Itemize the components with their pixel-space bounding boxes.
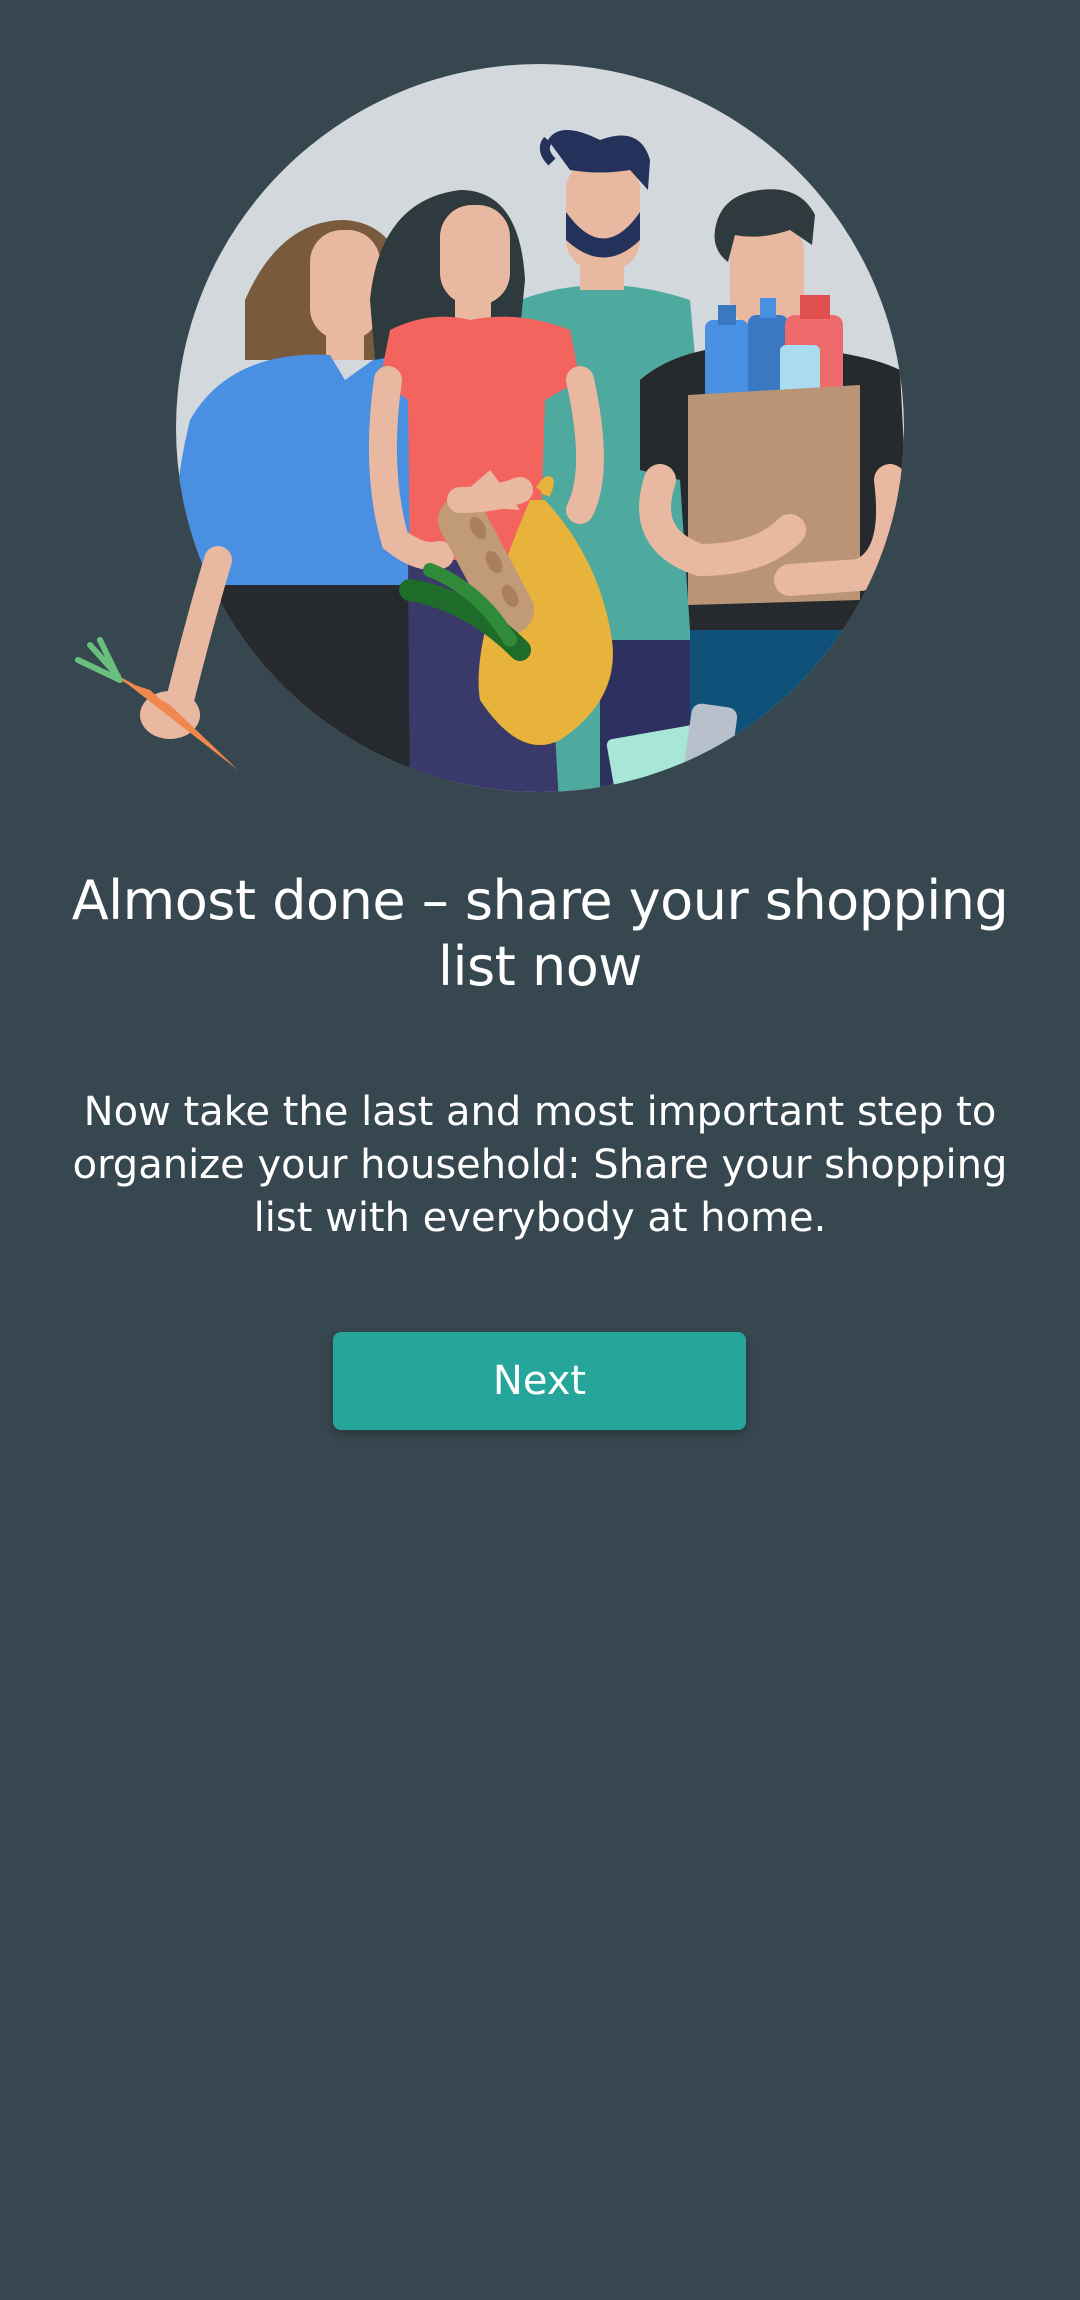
description-text: Now take the last and most important ste… <box>72 1089 1008 1241</box>
next-button[interactable]: Next <box>333 1332 746 1430</box>
onboarding-screen: Almost done – share your shopping list n… <box>0 0 1080 2300</box>
page-title: Almost done – share your shopping list n… <box>71 869 1009 998</box>
household-illustration <box>0 0 1080 820</box>
